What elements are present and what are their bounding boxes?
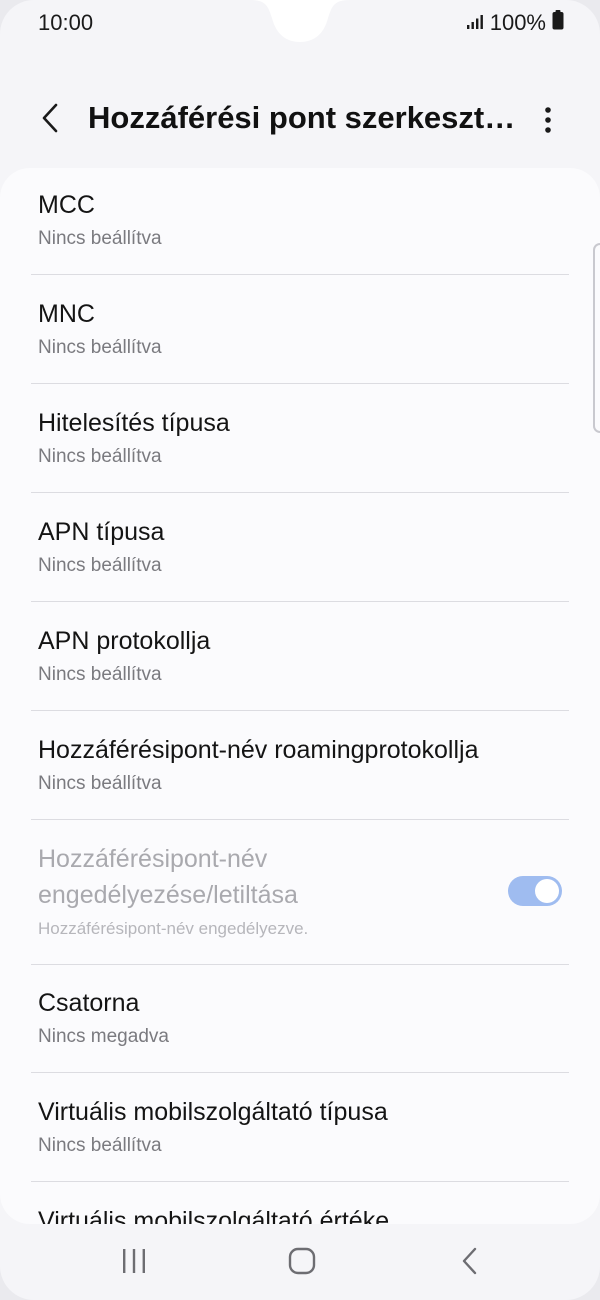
setting-title: Hitelesítés típusa: [38, 409, 230, 437]
settings-list: MCC Nincs beállítva MNC Nincs beállítva …: [0, 168, 600, 1224]
page-title: Hozzáférési pont szerkesztése: [88, 100, 528, 135]
setting-title: APN protokollja: [38, 627, 211, 655]
setting-title: APN típusa: [38, 518, 165, 546]
setting-roaming-protocol[interactable]: Hozzáférésipont-név roamingprotokollja N…: [31, 711, 569, 820]
phone-screen: 10:00 100% Hozzáférési pont szerkesztése…: [0, 0, 600, 1300]
setting-title: MCC: [38, 191, 95, 219]
home-button[interactable]: [272, 1238, 332, 1284]
setting-title-line1: Hozzáférésipont-név: [38, 845, 268, 873]
setting-title: Hozzáférésipont-név roamingprotokollja: [38, 736, 479, 764]
setting-mnc[interactable]: MNC Nincs beállítva: [31, 275, 569, 384]
setting-subtitle: Nincs beállítva: [38, 446, 162, 467]
setting-subtitle: Nincs beállítva: [38, 555, 162, 576]
apn-enable-toggle[interactable]: [508, 876, 562, 906]
setting-title: Virtuális mobilszolgáltató típusa: [38, 1098, 388, 1126]
setting-subtitle: Nincs beállítva: [38, 337, 162, 358]
setting-title-line2: engedélyezése/letiltása: [38, 881, 298, 909]
setting-auth-type[interactable]: Hitelesítés típusa Nincs beállítva: [31, 384, 569, 493]
battery-icon: [552, 10, 564, 36]
setting-mcc[interactable]: MCC Nincs beállítva: [31, 168, 569, 275]
recents-icon: [123, 1249, 145, 1273]
more-options-button[interactable]: [530, 98, 566, 142]
setting-apn-enable[interactable]: Hozzáférésipont-név engedélyezése/letilt…: [31, 820, 569, 965]
chevron-left-icon: [42, 103, 58, 133]
setting-subtitle: Nincs beállítva: [38, 773, 162, 794]
app-bar: Hozzáférési pont szerkesztése: [0, 80, 600, 160]
battery-percent: 100%: [489, 10, 546, 35]
back-button[interactable]: [28, 96, 72, 140]
more-vertical-icon: [545, 107, 551, 133]
setting-subtitle: Nincs beállítva: [38, 664, 162, 685]
home-icon: [288, 1247, 316, 1275]
setting-subtitle: Nincs beállítva: [38, 1135, 162, 1156]
setting-apn-type[interactable]: APN típusa Nincs beállítva: [31, 493, 569, 602]
setting-title: Virtuális mobilszolgáltató értéke: [38, 1207, 390, 1224]
setting-mvno-value[interactable]: Virtuális mobilszolgáltató értéke: [31, 1182, 569, 1224]
status-bar: 10:00 100%: [0, 0, 600, 48]
camera-notch: [250, 0, 350, 48]
status-indicators: 100%: [466, 10, 564, 36]
setting-apn-protocol[interactable]: APN protokollja Nincs beállítva: [31, 602, 569, 711]
recents-button[interactable]: [104, 1238, 164, 1284]
setting-subtitle: Nincs beállítva: [38, 228, 162, 249]
status-time: 10:00: [38, 10, 94, 35]
setting-channel[interactable]: Csatorna Nincs megadva: [31, 965, 569, 1073]
navigation-bar: [0, 1224, 600, 1300]
signal-icon: [466, 10, 484, 36]
back-icon: [462, 1247, 477, 1275]
toggle-knob: [535, 879, 559, 903]
setting-mvno-type[interactable]: Virtuális mobilszolgáltató típusa Nincs …: [31, 1073, 569, 1182]
setting-subtitle: Nincs megadva: [38, 1026, 169, 1047]
scrollbar[interactable]: [593, 243, 600, 433]
setting-title: MNC: [38, 300, 95, 328]
nav-back-button[interactable]: [440, 1238, 500, 1284]
setting-subtitle: Hozzáférésipont-név engedélyezve.: [38, 919, 309, 938]
setting-title: Csatorna: [38, 989, 140, 1017]
